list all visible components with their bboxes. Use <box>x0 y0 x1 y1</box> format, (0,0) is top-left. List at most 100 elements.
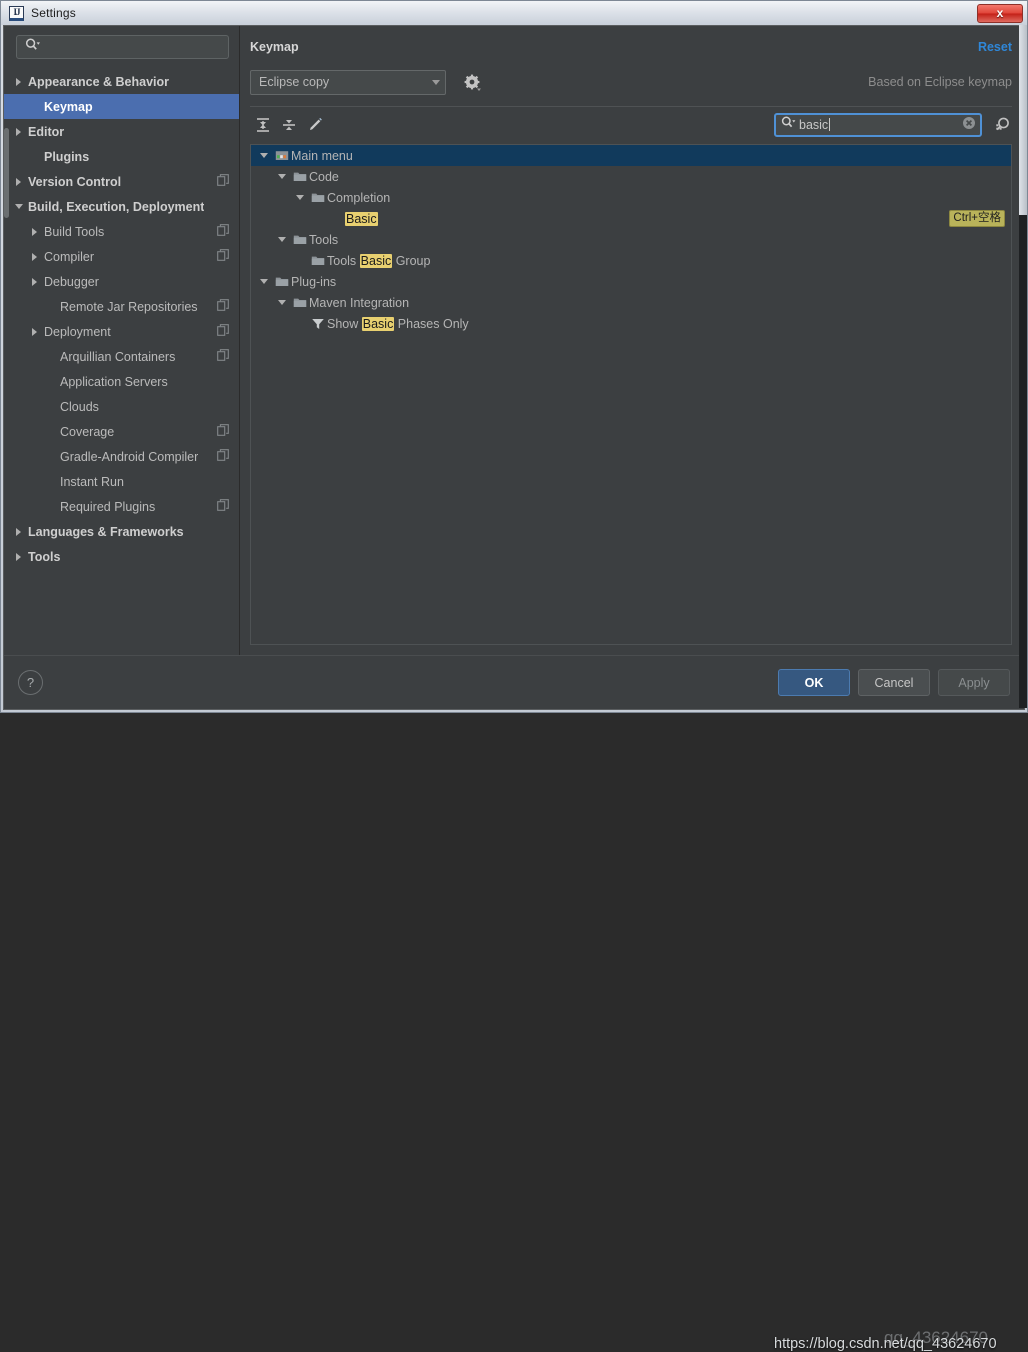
sidebar-item-application-servers[interactable]: Application Servers <box>4 369 239 394</box>
reset-link[interactable]: Reset <box>978 40 1012 54</box>
ok-button[interactable]: OK <box>778 669 850 696</box>
sidebar-item-tools[interactable]: Tools <box>4 544 239 569</box>
copy-settings-icon[interactable] <box>217 449 229 464</box>
copy-settings-icon[interactable] <box>217 249 229 264</box>
sidebar-item-instant-run[interactable]: Instant Run <box>4 469 239 494</box>
tree-row-prefix: Show <box>327 317 362 331</box>
keymap-select[interactable]: Eclipse copy <box>250 70 446 95</box>
gear-icon[interactable] <box>464 74 481 91</box>
sidebar-search-input[interactable] <box>16 35 229 59</box>
help-button[interactable]: ? <box>18 670 43 695</box>
cancel-button[interactable]: Cancel <box>858 669 930 696</box>
keymap-action-tree[interactable]: Main menu Code CompletionBasicCtrl+空格 Tools… <box>250 144 1012 645</box>
copy-settings-icon[interactable] <box>217 224 229 239</box>
tree-row[interactable]: Maven Integration <box>251 292 1011 313</box>
chevron-right-icon[interactable] <box>28 250 41 263</box>
search-match-highlight: Basic <box>362 317 395 331</box>
sidebar-item-appearance-behavior[interactable]: Appearance & Behavior <box>4 69 239 94</box>
tree-row[interactable]: BasicCtrl+空格 <box>251 208 1011 229</box>
chevron-right-icon[interactable] <box>12 550 25 563</box>
settings-category-tree[interactable]: Appearance & BehaviorKeymap Editor Plugins… <box>4 69 239 655</box>
window-scrollbar-thumb[interactable] <box>1019 25 1027 215</box>
chevron-right-icon[interactable] <box>28 275 41 288</box>
sidebar-item-label: Gradle-Android Compiler <box>60 450 198 464</box>
tree-row[interactable]: Tools Basic Group <box>251 250 1011 271</box>
keymap-search-input[interactable]: basic <box>774 113 982 137</box>
panel-header: Keymap Reset <box>250 36 1012 58</box>
sidebar-item-label: Tools <box>28 550 60 564</box>
tree-row[interactable]: Show Basic Phases Only <box>251 313 1011 334</box>
sidebar-item-deployment[interactable]: Deployment <box>4 319 239 344</box>
tree-row-label: Tools <box>309 233 338 247</box>
tree-row-prefix: Code <box>309 170 339 184</box>
window-scrollbar[interactable] <box>1019 25 1027 708</box>
close-icon[interactable]: x <box>977 4 1023 23</box>
sidebar-item-coverage[interactable]: Coverage <box>4 419 239 444</box>
sidebar-scrollbar[interactable] <box>4 60 9 655</box>
sidebar-item-compiler[interactable]: Compiler <box>4 244 239 269</box>
sidebar-item-keymap[interactable]: Keymap <box>4 94 239 119</box>
chevron-down-icon[interactable] <box>275 170 288 183</box>
sidebar-item-label: Coverage <box>60 425 114 439</box>
sidebar-item-version-control[interactable]: Version Control <box>4 169 239 194</box>
collapse-all-icon[interactable] <box>276 113 302 137</box>
sidebar-item-plugins[interactable]: Plugins <box>4 144 239 169</box>
sidebar-item-label: Plugins <box>44 150 89 164</box>
window-title: Settings <box>31 6 76 20</box>
tree-row-label: Main menu <box>291 149 353 163</box>
chevron-right-icon[interactable] <box>12 525 25 538</box>
sidebar-item-label: Debugger <box>44 275 99 289</box>
folder-icon <box>309 191 327 204</box>
chevron-down-icon[interactable] <box>257 275 270 288</box>
apply-button[interactable]: Apply <box>938 669 1010 696</box>
copy-settings-icon[interactable] <box>217 499 229 514</box>
tree-row-prefix: Plug-ins <box>291 275 336 289</box>
sidebar-item-build-execution-deployment[interactable]: Build, Execution, Deployment <box>4 194 239 219</box>
sidebar-item-label: Compiler <box>44 250 94 264</box>
chevron-down-icon[interactable] <box>12 200 25 213</box>
folder-icon <box>291 233 309 246</box>
sidebar-item-languages-frameworks[interactable]: Languages & Frameworks <box>4 519 239 544</box>
sidebar-item-label: Remote Jar Repositories <box>60 300 198 314</box>
sidebar-item-clouds[interactable]: Clouds <box>4 394 239 419</box>
tree-row[interactable]: Completion <box>251 187 1011 208</box>
tree-row-label: Plug-ins <box>291 275 336 289</box>
chevron-down-icon <box>432 80 440 85</box>
chevron-right-icon[interactable] <box>12 175 25 188</box>
copy-settings-icon[interactable] <box>217 349 229 364</box>
sidebar-item-label: Languages & Frameworks <box>28 525 184 539</box>
edit-shortcut-icon[interactable] <box>302 113 328 137</box>
tree-row[interactable]: Main menu <box>251 145 1011 166</box>
tree-row[interactable]: Tools <box>251 229 1011 250</box>
sidebar-item-label: Editor <box>28 125 64 139</box>
sidebar-item-required-plugins[interactable]: Required Plugins <box>4 494 239 519</box>
tree-row-suffix: Phases Only <box>394 317 468 331</box>
sidebar-scrollbar-thumb[interactable] <box>4 128 9 218</box>
title-bar: IJ Settings x <box>1 1 1027 25</box>
chevron-right-icon[interactable] <box>28 325 41 338</box>
chevron-right-icon[interactable] <box>12 125 25 138</box>
sidebar-item-gradle-android-compiler[interactable]: Gradle-Android Compiler <box>4 444 239 469</box>
find-by-shortcut-icon[interactable] <box>994 116 1012 134</box>
sidebar-item-arquillian-containers[interactable]: Arquillian Containers <box>4 344 239 369</box>
tree-row[interactable]: Code <box>251 166 1011 187</box>
chevron-right-icon[interactable] <box>12 75 25 88</box>
expand-all-icon[interactable] <box>250 113 276 137</box>
chevron-down-icon[interactable] <box>275 233 288 246</box>
chevron-down-icon[interactable] <box>257 149 270 162</box>
copy-settings-icon[interactable] <box>217 174 229 189</box>
clear-search-icon[interactable] <box>962 116 976 135</box>
chevron-right-icon[interactable] <box>28 225 41 238</box>
sidebar-item-remote-jar-repositories[interactable]: Remote Jar Repositories <box>4 294 239 319</box>
sidebar-item-editor[interactable]: Editor <box>4 119 239 144</box>
chevron-down-icon[interactable] <box>293 191 306 204</box>
watermark-url: https://blog.csdn.net/qq_43624670 <box>774 1336 997 1352</box>
page-title: Keymap <box>250 40 299 54</box>
sidebar-item-build-tools[interactable]: Build Tools <box>4 219 239 244</box>
tree-row[interactable]: Plug-ins <box>251 271 1011 292</box>
copy-settings-icon[interactable] <box>217 424 229 439</box>
copy-settings-icon[interactable] <box>217 299 229 314</box>
copy-settings-icon[interactable] <box>217 324 229 339</box>
chevron-down-icon[interactable] <box>275 296 288 309</box>
sidebar-item-debugger[interactable]: Debugger <box>4 269 239 294</box>
